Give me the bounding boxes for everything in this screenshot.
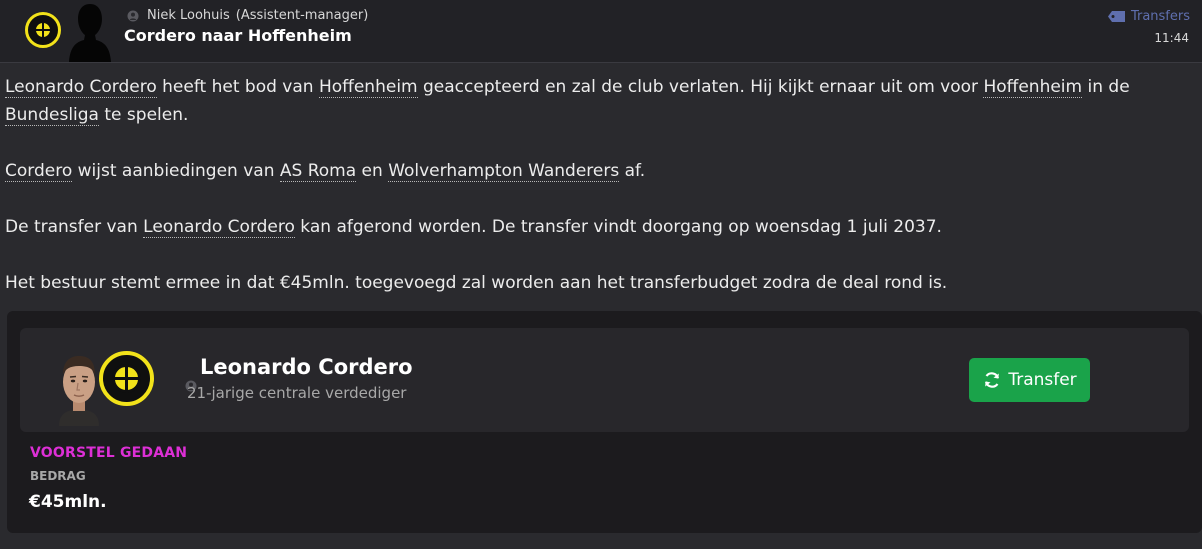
club-badge-icon[interactable] bbox=[25, 12, 61, 48]
club-link-hoffenheim[interactable]: Hoffenheim bbox=[983, 77, 1083, 98]
player-description: 21-jarige centrale verdediger bbox=[187, 384, 407, 402]
player-link[interactable]: Leonardo Cordero bbox=[143, 217, 295, 238]
club-badge-icon[interactable] bbox=[99, 351, 154, 406]
player-face-icon[interactable] bbox=[54, 350, 104, 426]
status-label: VOORSTEL GEDAAN bbox=[30, 445, 188, 461]
player-panel: Leonardo Cordero 21-jarige centrale verd… bbox=[20, 328, 1189, 432]
sender-row: Niek Loohuis (Assistent-manager) bbox=[127, 8, 368, 23]
paragraph-rejections: Cordero wijst aanbiedingen van AS Roma e… bbox=[5, 161, 646, 182]
paragraph-budget: Het bestuur stemt ermee in dat €45mln. t… bbox=[5, 273, 948, 293]
transfer-card: Leonardo Cordero 21-jarige centrale verd… bbox=[7, 311, 1202, 533]
player-link[interactable]: Cordero bbox=[5, 161, 73, 182]
person-icon bbox=[127, 10, 139, 21]
player-link[interactable]: Leonardo Cordero bbox=[5, 77, 157, 98]
league-link[interactable]: Bundesliga bbox=[5, 105, 99, 126]
manager-silhouette-icon[interactable] bbox=[68, 0, 112, 62]
paragraph-completion: De transfer van Leonardo Cordero kan afg… bbox=[5, 217, 942, 238]
club-link-hoffenheim[interactable]: Hoffenheim bbox=[318, 77, 418, 98]
club-link-as-roma[interactable]: AS Roma bbox=[279, 161, 357, 182]
message-header: Niek Loohuis (Assistent-manager) Cordero… bbox=[0, 0, 1202, 63]
refresh-icon bbox=[985, 372, 1000, 388]
category-label: Transfers bbox=[1130, 9, 1190, 24]
club-link-wolverhampton[interactable]: Wolverhampton Wanderers bbox=[388, 161, 620, 182]
player-name[interactable]: Leonardo Cordero bbox=[200, 355, 413, 379]
tag-icon bbox=[1107, 11, 1125, 22]
message-body: Leonardo Cordero heeft het bod van Hoffe… bbox=[5, 73, 1185, 325]
transfer-button[interactable]: Transfer bbox=[969, 358, 1090, 402]
paragraph-acceptance: Leonardo Cordero heeft het bod van Hoffe… bbox=[5, 77, 1130, 126]
transfer-button-label: Transfer bbox=[1008, 370, 1077, 390]
amount-label: BEDRAG bbox=[30, 469, 86, 483]
message-time: 11:44 bbox=[1154, 31, 1189, 45]
amount-value: €45mln. bbox=[29, 492, 107, 512]
category-link[interactable]: Transfers bbox=[1107, 9, 1190, 24]
sender-name[interactable]: Niek Loohuis bbox=[147, 8, 230, 23]
message-subject: Cordero naar Hoffenheim bbox=[124, 26, 352, 45]
sender-role: (Assistent-manager) bbox=[235, 8, 369, 23]
